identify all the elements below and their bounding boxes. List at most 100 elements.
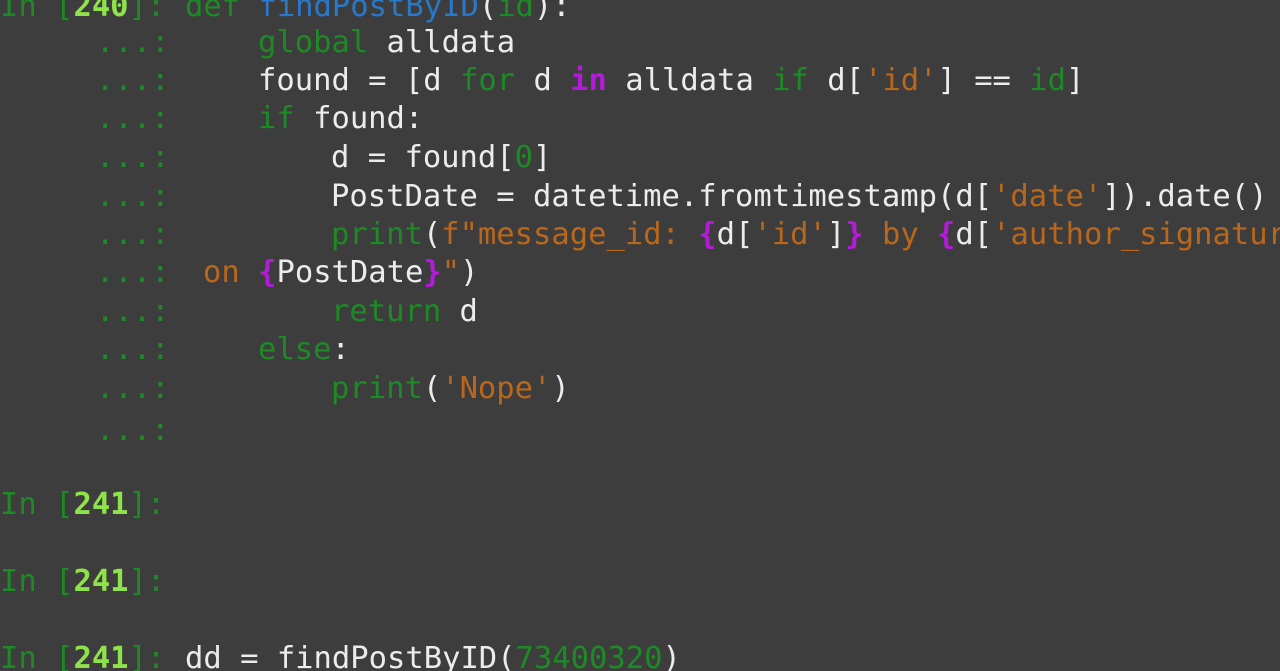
continuation-line: ...: print('Nope'): [0, 370, 1280, 408]
code-token: {: [698, 217, 717, 252]
input-prompt-line: In [241]:: [0, 486, 1280, 524]
code-text[interactable]: def findPostByID(id):: [185, 0, 571, 26]
code-token: d[: [808, 63, 865, 98]
code-token: }: [845, 217, 864, 252]
code-text[interactable]: if found:: [258, 100, 423, 138]
prompt-open: In [: [0, 487, 74, 522]
continuation-line: ...: on {PostDate}"): [0, 254, 1280, 292]
input-prompt-line: In [241]:: [0, 563, 1280, 601]
code-token: 'date': [992, 179, 1103, 214]
code-text[interactable]: dd = findPostByID(73400320): [185, 640, 681, 671]
code-text[interactable]: print('Nope'): [331, 370, 570, 408]
continuation-marker: ...:: [96, 294, 170, 329]
code-token: {: [258, 255, 277, 290]
continuation-marker: ...:: [96, 101, 170, 136]
code-token: (: [422, 217, 442, 252]
code-text[interactable]: found = [d for d in alldata if d['id'] =…: [258, 62, 1084, 100]
code-token: 'author_signatur: [992, 217, 1280, 252]
prompt-number: 241: [73, 487, 129, 522]
prompt-number: 241: [73, 641, 129, 671]
code-token: else: [258, 332, 332, 367]
code-token: by: [863, 217, 938, 252]
continuation-line: ...: d = found[0]: [0, 139, 1280, 177]
code-token: ]).date(): [1102, 179, 1268, 214]
continuation-marker: ...:: [96, 255, 170, 290]
prompt-open: In [: [0, 641, 74, 671]
code-token: if: [772, 63, 809, 98]
continuation-line: ...:: [0, 412, 1280, 450]
prompt-label: In [241]:: [0, 640, 165, 671]
code-token: ): [551, 371, 570, 406]
code-token: alldata: [606, 63, 773, 98]
code-token: findPostByID: [258, 0, 479, 24]
code-text[interactable]: else:: [258, 331, 350, 369]
continuation-marker: ...:: [96, 413, 170, 448]
code-text[interactable]: PostDate = datetime.fromtimestamp(d['dat…: [331, 178, 1268, 216]
prompt-label: In [241]:: [0, 563, 165, 601]
code-token: 73400320: [515, 641, 663, 671]
code-text[interactable]: print(f"message_id: {d['id']} by {d['aut…: [331, 216, 1280, 254]
continuation-marker: ...:: [96, 63, 170, 98]
continuation-marker: ...:: [96, 371, 170, 406]
code-token: d: [441, 294, 478, 329]
input-prompt-line: In [240]: def findPostByID(id):: [0, 0, 1280, 26]
continuation-marker: ...:: [96, 217, 170, 252]
code-text[interactable]: d = found[0]: [331, 139, 551, 177]
code-token: (: [478, 0, 498, 24]
code-token: 0: [514, 140, 534, 175]
code-token: found:: [294, 101, 424, 136]
prompt-label: In [241]:: [0, 486, 165, 524]
code-token: ]: [826, 217, 846, 252]
code-token: ] ==: [937, 63, 1030, 98]
code-token: print: [331, 371, 423, 406]
code-token: PostDate = datetime.fromtimestamp(d[: [331, 179, 993, 214]
code-token: for: [460, 63, 516, 98]
code-token: found = [d: [258, 63, 460, 98]
code-token: print: [331, 217, 423, 252]
continuation-line: ...: PostDate = datetime.fromtimestamp(d[…: [0, 178, 1280, 216]
continuation-line: ...: else:: [0, 331, 1280, 369]
code-token: def: [185, 0, 259, 24]
prompt-open: In [: [0, 564, 74, 599]
prompt-label: In [240]:: [0, 0, 165, 26]
continuation-marker: ...:: [96, 140, 170, 175]
code-text[interactable]: return d: [331, 293, 478, 331]
code-token: d[: [955, 217, 993, 252]
code-token: dd = findPostByID(: [185, 641, 516, 671]
input-prompt-line: In [241]: dd = findPostByID(73400320): [0, 640, 1280, 671]
continuation-line: ...: print(f"message_id: {d['id']} by {d[…: [0, 216, 1280, 254]
continuation-marker: ...:: [96, 332, 170, 367]
code-token: ]: [533, 140, 552, 175]
continuation-line: ...: found = [d for d in alldata if d['id…: [0, 62, 1280, 100]
code-token: d = found[: [331, 140, 515, 175]
code-text[interactable]: on {PostDate}"): [203, 254, 479, 292]
code-token: ): [662, 641, 681, 671]
code-token: ": [441, 255, 461, 290]
prompt-close: ]:: [128, 564, 166, 599]
prompt-close: ]:: [128, 641, 166, 671]
prompt-close: ]:: [128, 487, 166, 522]
code-token: ): [460, 255, 479, 290]
prompt-open: In [: [0, 0, 74, 24]
continuation-line: ...: if found:: [0, 100, 1280, 138]
prompt-close: ]:: [128, 0, 166, 24]
continuation-line: ...: global alldata: [0, 24, 1280, 62]
code-token: {: [937, 217, 956, 252]
code-token: global: [258, 25, 369, 60]
code-token: in: [570, 63, 607, 98]
code-token: alldata: [368, 25, 516, 60]
code-text[interactable]: global alldata: [258, 24, 515, 62]
code-token: PostDate: [276, 255, 424, 290]
code-token: on: [203, 255, 259, 290]
code-token: ]: [1066, 63, 1085, 98]
continuation-marker: ...:: [96, 25, 170, 60]
code-token: return: [331, 294, 442, 329]
prompt-number: 241: [73, 564, 129, 599]
code-token: :: [331, 332, 350, 367]
code-token: 'id': [753, 217, 827, 252]
terminal-window[interactable]: In [240]: def findPostByID(id):...: global…: [0, 0, 1280, 671]
code-token: f"message_id:: [441, 217, 699, 252]
code-token: }: [423, 255, 442, 290]
code-token: d[: [716, 217, 754, 252]
code-token: 'id': [864, 63, 938, 98]
